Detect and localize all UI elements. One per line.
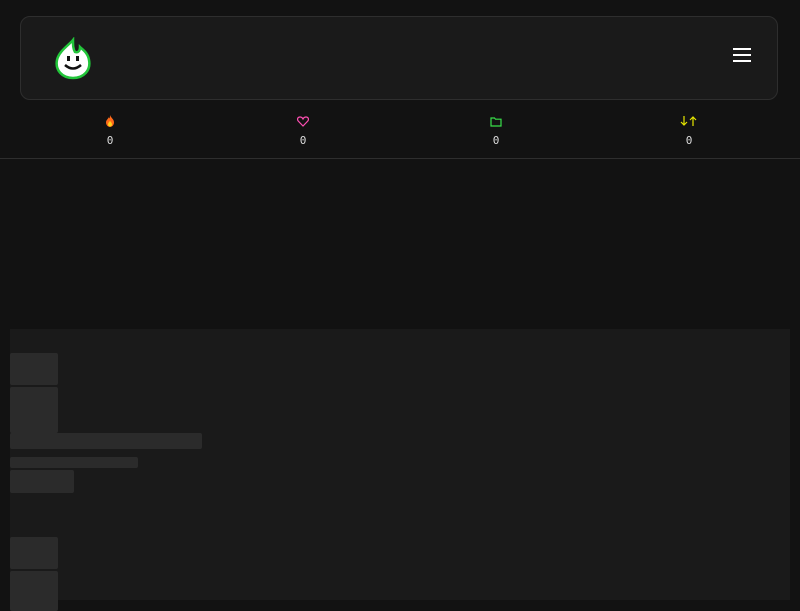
- skeleton-line: [10, 433, 202, 449]
- likes-count: 0: [299, 134, 307, 147]
- sort-arrows-icon: [659, 112, 719, 128]
- fire-count: 0: [106, 134, 114, 147]
- app-header: [20, 16, 778, 100]
- smiling-flame-logo-icon[interactable]: [53, 36, 93, 81]
- stat-folders[interactable]: 0: [466, 112, 526, 147]
- stat-sort[interactable]: 0: [659, 112, 719, 147]
- fire-icon: [80, 112, 140, 128]
- folder-icon: [466, 112, 526, 128]
- skeleton-block: [10, 387, 58, 433]
- stats-bar: 0 0 0 0: [0, 108, 800, 159]
- loading-card: [10, 517, 790, 611]
- stat-fire[interactable]: 0: [80, 112, 140, 147]
- skeleton-block: [10, 571, 58, 611]
- skeleton-block: [10, 353, 58, 385]
- loading-card: [10, 329, 790, 517]
- heart-icon: [273, 112, 333, 128]
- skeleton-block: [10, 537, 58, 569]
- skeleton-button: [10, 470, 74, 493]
- stat-likes[interactable]: 0: [273, 112, 333, 147]
- folders-count: 0: [492, 134, 500, 147]
- hamburger-menu-icon[interactable]: [733, 47, 753, 65]
- skeleton-line: [10, 457, 138, 468]
- sort-count: 0: [685, 134, 693, 147]
